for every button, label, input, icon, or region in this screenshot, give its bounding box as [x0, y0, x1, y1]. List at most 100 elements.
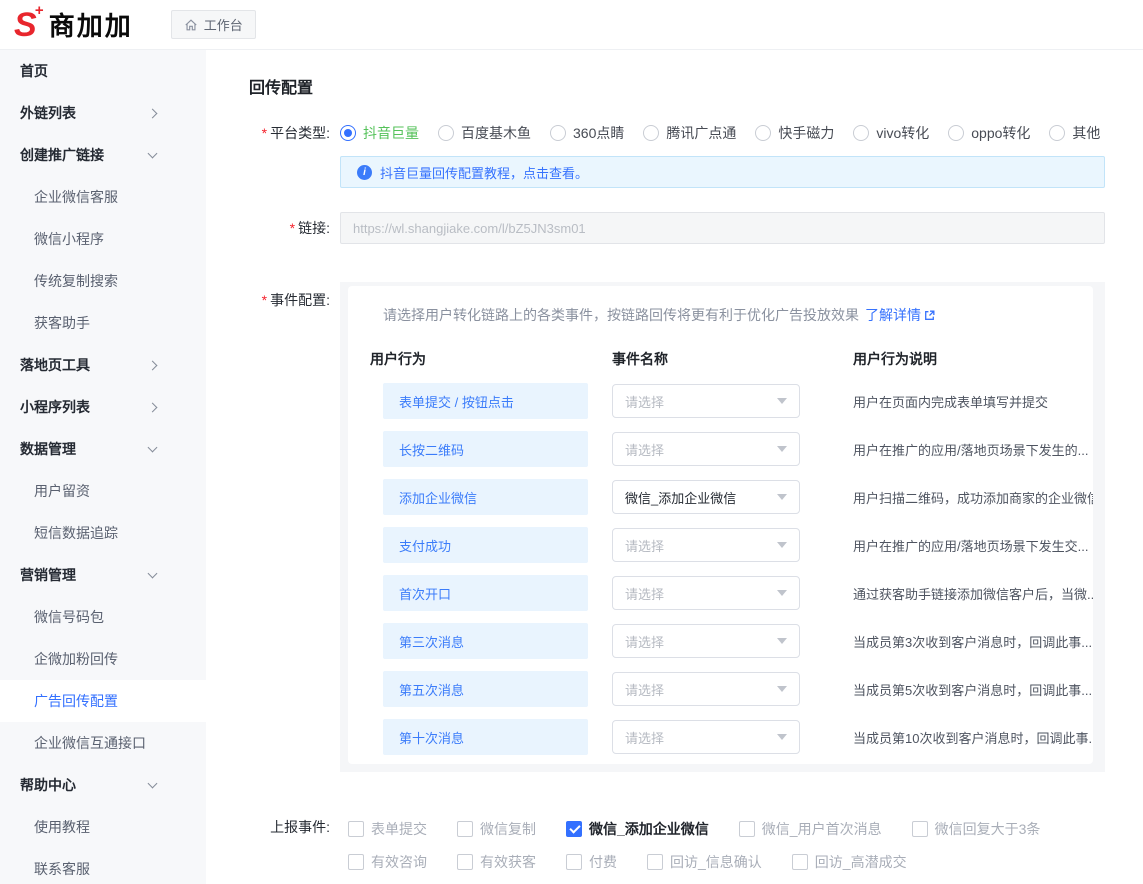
sidebar-item-contact-support[interactable]: 联系客服: [0, 848, 206, 884]
behavior-tag[interactable]: 支付成功: [383, 527, 588, 563]
brand-logo: S + 商加加: [14, 6, 133, 43]
sidebar-item-ad-callback-config[interactable]: 广告回传配置: [0, 680, 206, 722]
checkbox-callback-info-confirm[interactable]: 回访_信息确认: [647, 852, 762, 872]
platform-radio-vivo[interactable]: vivo转化: [853, 123, 929, 143]
chevron-down-icon: [777, 590, 787, 596]
behavior-desc: 当成员第5次收到客户消息时，回调此事...: [853, 680, 1093, 699]
platform-radio-360[interactable]: 360点睛: [550, 123, 624, 143]
behavior-tag[interactable]: 第五次消息: [383, 671, 588, 707]
top-bar: S + 商加加 工作台: [0, 0, 1143, 50]
sidebar-item-sms-tracking[interactable]: 短信数据追踪: [0, 512, 206, 554]
sidebar-item-external-links[interactable]: 外链列表: [0, 92, 206, 134]
info-icon: i: [357, 165, 372, 180]
report-checkbox-row-2: 有效咨询 有效获客 付费 回访_信息确认 回访_高潜成交: [348, 852, 1105, 872]
chevron-down-icon: [777, 398, 787, 404]
checkbox-valid-consult[interactable]: 有效咨询: [348, 852, 427, 872]
event-config-label: *事件配置:: [206, 282, 330, 310]
platform-radio-kuaishou[interactable]: 快手磁力: [755, 123, 834, 143]
sidebar-item-help-center[interactable]: 帮助中心: [0, 764, 206, 806]
sidebar-item-wecom-fans-callback[interactable]: 企微加粉回传: [0, 638, 206, 680]
event-row-tenth-message: 第十次消息 请选择 当成员第10次收到客户消息时，回调此事...: [383, 719, 1093, 755]
tutorial-banner[interactable]: i 抖音巨量回传配置教程，点击查看。: [340, 156, 1105, 188]
behavior-desc: 通过获客助手链接添加微信客户后，当微...: [853, 584, 1093, 603]
sidebar-item-data-management[interactable]: 数据管理: [0, 428, 206, 470]
platform-radio-group: 抖音巨量 百度基木鱼 360点睛 腾讯广点通 快手磁力 vivo转化 oppo转…: [340, 123, 1105, 143]
behavior-tag[interactable]: 第三次消息: [383, 623, 588, 659]
event-select[interactable]: 微信_添加企业微信: [612, 480, 800, 514]
behavior-tag[interactable]: 首次开口: [383, 575, 588, 611]
radio-icon: [853, 125, 869, 141]
sidebar-item-create-promo-link[interactable]: 创建推广链接: [0, 134, 206, 176]
event-row-third-message: 第三次消息 请选择 当成员第3次收到客户消息时，回调此事...: [383, 623, 1093, 659]
sidebar-item-customer-assistant[interactable]: 获客助手: [0, 302, 206, 344]
checkbox-payment[interactable]: 付费: [566, 852, 617, 872]
checkbox-wechat-first-message[interactable]: 微信_用户首次消息: [739, 819, 882, 839]
event-select[interactable]: 请选择: [612, 432, 800, 466]
event-select[interactable]: 请选择: [612, 576, 800, 610]
behavior-tag[interactable]: 添加企业微信: [383, 479, 588, 515]
sidebar-item-miniapp-list[interactable]: 小程序列表: [0, 386, 206, 428]
tutorial-banner-text[interactable]: 抖音巨量回传配置教程，点击查看。: [380, 163, 588, 182]
main-content: 回传配置 *平台类型: 抖音巨量 百度基木鱼 360点睛 腾讯广点通 快手磁力 …: [206, 50, 1143, 884]
column-header-behavior: 用户行为: [370, 349, 612, 369]
sidebar-item-wecom-service[interactable]: 企业微信客服: [0, 176, 206, 218]
behavior-tag[interactable]: 第十次消息: [383, 719, 588, 755]
checkbox-checked-icon: [566, 821, 582, 837]
behavior-desc: 当成员第10次收到客户消息时，回调此事...: [853, 728, 1093, 747]
event-row-payment-success: 支付成功 请选择 用户在推广的应用/落地页场景下发生交...: [383, 527, 1093, 563]
platform-radio-baidu[interactable]: 百度基木鱼: [438, 123, 531, 143]
column-header-event-name: 事件名称: [612, 349, 853, 369]
platform-radio-tencent[interactable]: 腾讯广点通: [643, 123, 736, 143]
required-marker: *: [262, 292, 267, 308]
radio-icon: [550, 125, 566, 141]
checkbox-wechat-replies-gt3[interactable]: 微信回复大于3条: [912, 819, 1041, 839]
behavior-tag[interactable]: 表单提交 / 按钮点击: [383, 383, 588, 419]
event-table-body: 表单提交 / 按钮点击 请选择 用户在页面内完成表单填写并提交 长按二维码 请选…: [348, 383, 1093, 755]
radio-selected-icon: [340, 125, 356, 141]
behavior-desc: 用户在推广的应用/落地页场景下发生的...: [853, 440, 1093, 459]
link-input[interactable]: [340, 212, 1105, 244]
sidebar-item-wecom-interop-api[interactable]: 企业微信互通接口: [0, 722, 206, 764]
event-select[interactable]: 请选择: [612, 528, 800, 562]
checkbox-valid-lead[interactable]: 有效获客: [457, 852, 536, 872]
chevron-down-icon: [148, 443, 158, 453]
behavior-tag[interactable]: 长按二维码: [383, 431, 588, 467]
platform-radio-other[interactable]: 其他: [1049, 123, 1100, 143]
sidebar-item-tutorials[interactable]: 使用教程: [0, 806, 206, 848]
checkbox-form-submit[interactable]: 表单提交: [348, 819, 427, 839]
sidebar-item-landing-tools[interactable]: 落地页工具: [0, 344, 206, 386]
sidebar-item-home[interactable]: 首页: [0, 50, 206, 92]
checkbox-callback-high-intent[interactable]: 回访_高潜成交: [792, 852, 907, 872]
checkbox-wechat-copy[interactable]: 微信复制: [457, 819, 536, 839]
sidebar-item-wechat-miniapp[interactable]: 微信小程序: [0, 218, 206, 260]
event-select[interactable]: 请选择: [612, 720, 800, 754]
report-checkbox-group: 表单提交 微信复制 微信_添加企业微信 微信_用户首次消息 微信回复大于3条 有…: [340, 819, 1105, 872]
platform-type-label: *平台类型:: [206, 123, 330, 143]
radio-icon: [643, 125, 659, 141]
event-select[interactable]: 请选择: [612, 384, 800, 418]
event-select[interactable]: 请选择: [612, 672, 800, 706]
event-select[interactable]: 请选择: [612, 624, 800, 658]
learn-more-link[interactable]: 了解详情: [865, 305, 936, 325]
chevron-right-icon: [148, 402, 158, 412]
link-row: *链接:: [206, 212, 1143, 244]
chevron-down-icon: [777, 638, 787, 644]
sidebar-item-marketing-management[interactable]: 营销管理: [0, 554, 206, 596]
external-link-icon: [923, 309, 936, 322]
chevron-down-icon: [777, 542, 787, 548]
chevron-down-icon: [777, 494, 787, 500]
checkbox-icon: [912, 821, 928, 837]
sidebar-item-copy-search[interactable]: 传统复制搜索: [0, 260, 206, 302]
behavior-desc: 当成员第3次收到客户消息时，回调此事...: [853, 632, 1093, 651]
checkbox-icon: [348, 854, 364, 870]
sidebar-item-wechat-number-pack[interactable]: 微信号码包: [0, 596, 206, 638]
tab-workspace[interactable]: 工作台: [171, 10, 256, 39]
event-config-row: *事件配置: 请选择用户转化链路上的各类事件，按链路回传将更有利于优化广告投放效…: [206, 282, 1143, 772]
sidebar-item-user-leads[interactable]: 用户留资: [0, 470, 206, 512]
event-row-add-wecom: 添加企业微信 微信_添加企业微信 用户扫描二维码，成功添加商家的企业微信: [383, 479, 1093, 515]
brand-name: 商加加: [49, 6, 133, 43]
checkbox-wechat-add-wecom[interactable]: 微信_添加企业微信: [566, 819, 709, 839]
link-label: *链接:: [206, 218, 330, 238]
platform-radio-oppo[interactable]: oppo转化: [948, 123, 1030, 143]
platform-radio-douyin[interactable]: 抖音巨量: [340, 123, 419, 143]
